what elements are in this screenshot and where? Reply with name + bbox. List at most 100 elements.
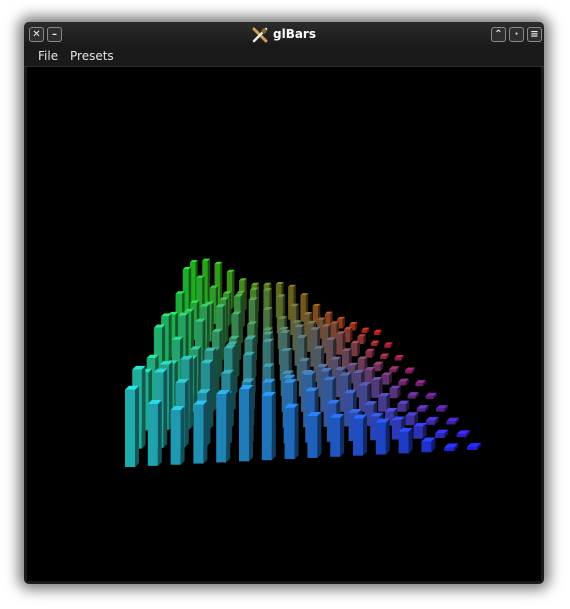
bar-front-face xyxy=(436,408,445,412)
bar-front-face xyxy=(394,357,402,361)
bar-front-face xyxy=(170,409,181,465)
bar-r3-c12 xyxy=(357,356,368,371)
bar-front-face xyxy=(370,342,377,346)
bar-front-face xyxy=(467,447,477,450)
bar-front-face xyxy=(444,447,455,452)
bar-front-face xyxy=(381,375,389,385)
bar-side-face xyxy=(203,400,208,464)
bar-r9-c4 xyxy=(216,390,231,463)
bar-front-face xyxy=(397,404,406,412)
bar-side-face xyxy=(219,328,223,378)
bar-front-face xyxy=(125,389,135,467)
window-title: glBars xyxy=(24,26,544,42)
bar-side-face xyxy=(207,258,210,305)
bar-side-face xyxy=(189,355,193,430)
bar-front-face xyxy=(413,426,423,439)
bar-front-face xyxy=(378,396,387,412)
bar-front-face xyxy=(389,388,398,399)
window-title-text: glBars xyxy=(272,27,316,41)
bars-3d-visualization xyxy=(125,258,481,467)
bar-front-face xyxy=(405,370,412,374)
bar-r1-c14 xyxy=(370,340,380,346)
bar-r9-c2 xyxy=(170,405,185,465)
menu-presets[interactable]: Presets xyxy=(70,49,114,63)
bar-front-face xyxy=(371,380,380,398)
bar-r9-c12 xyxy=(398,427,413,454)
bar-side-face xyxy=(363,414,367,456)
glbars-app-icon xyxy=(252,27,268,42)
bar-side-face xyxy=(249,385,253,462)
bar-front-face xyxy=(416,408,426,412)
bar-front-face xyxy=(398,381,406,386)
bar-front-face xyxy=(389,369,397,373)
bar-side-face xyxy=(163,368,168,448)
bar-side-face xyxy=(135,385,139,467)
bar-r7-c13 xyxy=(405,412,419,426)
bar-front-face xyxy=(364,369,372,384)
bar-side-face xyxy=(271,391,276,461)
bar-front-face xyxy=(380,356,387,360)
bar-r5-c13 xyxy=(389,385,401,399)
sticky-button[interactable]: · xyxy=(509,27,524,42)
bar-side-face xyxy=(141,365,146,449)
app-window: ✕ – glBars ⌃ · ≡ File Presets xyxy=(24,22,544,584)
bar-r9-c14 xyxy=(444,443,459,452)
bar-side-face xyxy=(216,347,220,395)
bar-r9-c7 xyxy=(284,403,299,460)
bar-r9-c8 xyxy=(307,411,322,458)
title-bar[interactable]: ✕ – glBars ⌃ · ≡ xyxy=(24,22,544,46)
bar-r9-c1 xyxy=(147,399,162,466)
bar-front-face xyxy=(361,329,368,333)
bar-r4-c14 xyxy=(398,378,409,386)
bar-front-face xyxy=(421,441,432,453)
shade-button[interactable]: ⌃ xyxy=(491,27,506,42)
bar-r6-c15 xyxy=(436,405,448,412)
menu-file[interactable]: File xyxy=(38,49,58,63)
bar-r9-c11 xyxy=(375,418,390,455)
bar-r8-c14 xyxy=(435,429,449,438)
bar-side-face xyxy=(357,340,360,357)
bar-front-face xyxy=(425,395,434,399)
bar-front-face xyxy=(374,332,380,335)
bar-side-face xyxy=(385,418,390,455)
bar-r7-c14 xyxy=(425,416,439,425)
bar-front-face xyxy=(147,403,158,466)
bar-front-face xyxy=(357,359,365,371)
bar-front-face xyxy=(384,344,391,348)
bar-r0-c14 xyxy=(361,327,370,333)
bar-front-face xyxy=(330,417,341,457)
bar-front-face xyxy=(216,394,227,463)
bar-front-face xyxy=(407,395,416,399)
bar-r6-c14 xyxy=(416,405,429,412)
bar-side-face xyxy=(157,399,162,466)
bar-front-face xyxy=(261,395,272,461)
bar-front-face xyxy=(425,420,435,425)
bar-r2-c15 xyxy=(394,354,404,361)
bar-front-face xyxy=(307,415,318,458)
bar-front-face xyxy=(284,407,295,460)
bar-r9-c13 xyxy=(421,437,436,453)
bar-side-face xyxy=(408,427,413,454)
bar-side-face xyxy=(213,347,217,412)
bar-r9-c5 xyxy=(239,385,253,462)
bar-r8-c13 xyxy=(413,422,427,439)
bar-r3-c15 xyxy=(405,367,415,374)
bar-front-face xyxy=(398,431,409,454)
bar-front-face xyxy=(435,433,445,438)
bar-r2-c12 xyxy=(350,340,360,357)
bar-side-face xyxy=(180,405,185,465)
bar-r3-c14 xyxy=(389,366,400,373)
bar-r9-c9 xyxy=(330,413,345,457)
bar-side-face xyxy=(294,403,299,460)
bar-front-face xyxy=(350,343,358,357)
bar-r8-c15 xyxy=(456,430,470,438)
bar-side-face xyxy=(225,297,229,344)
bar-r2-c13 xyxy=(365,348,375,358)
bar-side-face xyxy=(340,413,345,457)
bar-r4-c15 xyxy=(415,380,426,387)
bar-r9-c15 xyxy=(467,443,481,450)
bar-r2-c14 xyxy=(380,353,390,360)
bar-front-face xyxy=(405,415,415,426)
menu-bar: File Presets xyxy=(24,46,544,67)
window-menu-button[interactable]: ≡ xyxy=(527,27,542,42)
